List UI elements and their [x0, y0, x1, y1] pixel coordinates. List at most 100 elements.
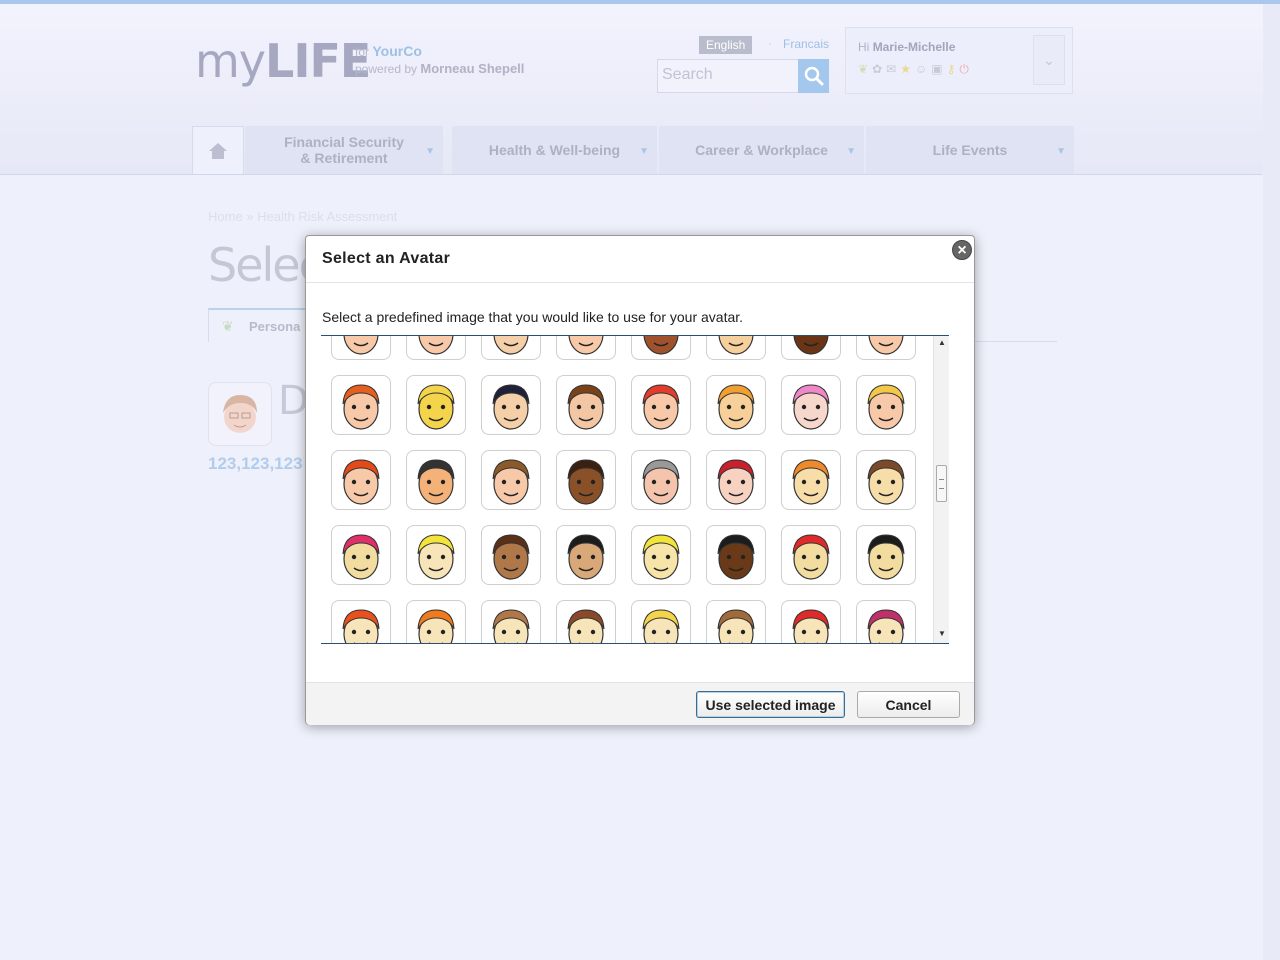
avatar-option[interactable]	[556, 336, 616, 360]
avatar-face-icon	[492, 384, 530, 430]
caret-down-icon: ▼	[425, 146, 435, 157]
paw-icon[interactable]: ✿	[872, 62, 882, 77]
avatar-option[interactable]	[781, 336, 841, 360]
search-button[interactable]	[798, 59, 829, 93]
avatar-option[interactable]	[331, 600, 391, 643]
avatar-option[interactable]	[631, 600, 691, 643]
avatar-option[interactable]	[556, 375, 616, 435]
nav-career-workplace[interactable]: Career & Workplace ▼	[659, 126, 864, 174]
page-right-edge	[1263, 4, 1280, 960]
profile-number: 123,123,123	[208, 454, 303, 473]
nav-home[interactable]	[192, 126, 244, 174]
avatar-option[interactable]	[481, 450, 541, 510]
profile-avatar[interactable]	[208, 382, 272, 446]
avatar-option[interactable]	[331, 336, 391, 360]
avatar-face-icon	[718, 336, 754, 355]
avatar-option[interactable]	[856, 600, 916, 643]
avatar-option[interactable]	[856, 525, 916, 585]
avatar-face-icon	[492, 534, 530, 580]
avatar-face-icon	[642, 459, 680, 505]
nav-life-events[interactable]: Life Events ▼	[866, 126, 1074, 174]
avatar-option[interactable]	[556, 600, 616, 643]
avatar-option[interactable]	[406, 450, 466, 510]
logo-my: my	[195, 34, 266, 88]
avatar-face-icon	[342, 534, 380, 580]
avatar-option[interactable]	[856, 375, 916, 435]
power-icon[interactable]: ⏻	[959, 62, 969, 77]
cancel-button[interactable]: Cancel	[857, 691, 960, 718]
dialog-footer: Use selected image Cancel	[306, 682, 974, 725]
language-francais[interactable]: Francais	[783, 37, 829, 51]
avatar-option[interactable]	[481, 375, 541, 435]
nav-financial-security[interactable]: Financial Security & Retirement ▼	[245, 126, 443, 174]
for-label: for	[355, 45, 370, 59]
avatar-face-icon	[643, 336, 679, 355]
language-english[interactable]: English	[699, 36, 753, 54]
avatar-face-icon	[343, 336, 379, 355]
caret-down-icon: ▼	[1056, 146, 1066, 157]
caret-down-icon: ▼	[846, 146, 856, 157]
mylife-logo[interactable]: myLIFE	[195, 34, 371, 88]
leaf-icon[interactable]: ❦	[858, 62, 868, 77]
header-divider	[0, 174, 1262, 175]
avatar-face-icon	[567, 384, 605, 430]
avatar-option[interactable]	[481, 600, 541, 643]
person-icon[interactable]: ☺	[915, 62, 927, 77]
avatar-option[interactable]	[631, 450, 691, 510]
avatar-face-icon	[642, 384, 680, 430]
avatar-face-icon	[792, 609, 830, 643]
avatar-option[interactable]	[406, 525, 466, 585]
avatar-option[interactable]	[331, 375, 391, 435]
avatar-face-icon	[492, 609, 530, 643]
dialog-divider	[306, 282, 974, 283]
main-nav: Financial Security & Retirement ▼ Health …	[192, 126, 1074, 174]
avatar-option[interactable]	[331, 450, 391, 510]
avatar-option[interactable]	[706, 336, 766, 360]
avatar-option[interactable]	[706, 600, 766, 643]
use-selected-image-button[interactable]: Use selected image	[696, 691, 845, 718]
avatar-option[interactable]	[631, 336, 691, 360]
avatar-grid-scrollbar[interactable]: ▲ ▼	[933, 336, 949, 643]
avatar-option[interactable]	[781, 600, 841, 643]
key-icon[interactable]: ⚷	[947, 62, 956, 77]
avatar-option[interactable]	[781, 450, 841, 510]
scroll-up-arrow-icon[interactable]: ▲	[938, 338, 946, 347]
avatar-option[interactable]	[331, 525, 391, 585]
search-box	[657, 59, 799, 93]
avatar-option[interactable]	[856, 450, 916, 510]
avatar-option[interactable]	[556, 450, 616, 510]
avatar-option[interactable]	[856, 336, 916, 360]
avatar-option[interactable]	[706, 525, 766, 585]
powered-by-label: powered by	[355, 62, 418, 76]
close-icon[interactable]: ×	[952, 240, 972, 260]
select-avatar-dialog: Select an Avatar × Select a predefined i…	[305, 235, 975, 725]
avatar-face-icon	[642, 609, 680, 643]
avatar-face-icon	[792, 384, 830, 430]
avatar-option[interactable]	[481, 525, 541, 585]
avatar-option[interactable]	[706, 375, 766, 435]
avatar-option[interactable]	[781, 525, 841, 585]
avatar-face-icon	[717, 609, 755, 643]
avatar-option[interactable]	[631, 375, 691, 435]
avatar-face-icon	[642, 534, 680, 580]
nav-health-wellbeing[interactable]: Health & Well-being ▼	[452, 126, 657, 174]
avatar-option[interactable]	[406, 600, 466, 643]
avatar-option[interactable]	[781, 375, 841, 435]
scrollbar-thumb[interactable]	[936, 465, 947, 502]
avatar-face-icon	[867, 534, 905, 580]
user-menu-toggle[interactable]: ⌄	[1033, 35, 1065, 85]
avatar-option[interactable]	[481, 336, 541, 360]
avatar-option[interactable]	[706, 450, 766, 510]
nav-label: Life Events	[932, 142, 1008, 158]
scroll-down-arrow-icon[interactable]: ▼	[938, 629, 946, 638]
avatar-face-icon	[568, 336, 604, 355]
search-input[interactable]	[658, 60, 794, 90]
avatar-face-icon	[418, 336, 454, 355]
avatar-option[interactable]	[406, 375, 466, 435]
mail-icon[interactable]: ✉	[886, 62, 896, 77]
avatar-option[interactable]	[556, 525, 616, 585]
avatar-option[interactable]	[406, 336, 466, 360]
star-icon[interactable]: ★	[900, 62, 911, 77]
lock-icon[interactable]: ▣	[931, 62, 942, 77]
avatar-option[interactable]	[631, 525, 691, 585]
